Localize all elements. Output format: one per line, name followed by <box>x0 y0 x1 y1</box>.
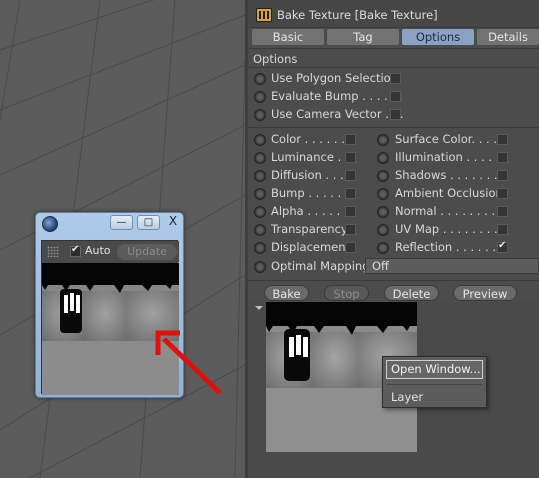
reflection-checkbox[interactable] <box>497 240 508 256</box>
context-menu: Open Window... Layer <box>382 356 487 408</box>
channel-checkbox[interactable] <box>345 170 356 184</box>
window-toolbar: Auto Update <box>42 241 179 262</box>
channel-label: Normal . . . . . . . . . <box>395 204 503 218</box>
channel-checkbox[interactable] <box>345 188 356 202</box>
divider <box>248 48 539 49</box>
animate-radio-icon[interactable] <box>377 242 389 254</box>
divider <box>248 67 539 68</box>
panel-title: Bake Texture [Bake Texture] <box>277 8 438 22</box>
option-checkbox[interactable] <box>390 109 401 123</box>
channel-label: Transparency <box>271 222 348 236</box>
bake-toolbar: Bake Stop Delete Preview <box>248 282 539 302</box>
animate-radio-icon[interactable] <box>377 206 389 218</box>
channel-checkbox[interactable] <box>497 134 508 148</box>
channel-label: Surface Color. . . . . <box>395 132 505 146</box>
animate-radio-icon[interactable] <box>377 224 389 236</box>
red-arrow-icon <box>155 330 222 395</box>
tab-basic[interactable]: Basic <box>252 29 324 45</box>
channel-label: Reflection . . . . . . . <box>395 240 504 254</box>
update-button[interactable]: Update <box>117 244 177 260</box>
animate-radio-icon[interactable] <box>254 224 266 236</box>
option-checkbox[interactable] <box>390 73 401 87</box>
panel-header: Bake Texture [Bake Texture] <box>248 0 539 28</box>
tab-bar: Basic Tag Options Details <box>252 29 539 45</box>
animate-radio-icon[interactable] <box>254 91 266 103</box>
animate-radio-icon[interactable] <box>254 206 266 218</box>
animate-radio-icon[interactable] <box>254 170 266 182</box>
channel-label: Color . . . . . . . <box>271 132 353 146</box>
channel-checkbox[interactable] <box>345 242 356 256</box>
channel-label: Displacement <box>271 240 351 254</box>
menu-item-open-window[interactable]: Open Window... <box>386 360 483 379</box>
channel-label: Illumination . . . . . . <box>395 150 507 164</box>
option-label: Evaluate Bump . . . . . . <box>271 89 403 103</box>
maximize-button[interactable]: □ <box>137 215 160 230</box>
channel-label: Diffusion . . . . <box>271 168 352 182</box>
channel-checkbox[interactable] <box>345 206 356 220</box>
animate-radio-icon[interactable] <box>377 152 389 164</box>
channel-checkbox[interactable] <box>497 188 508 202</box>
tab-details[interactable]: Details <box>477 29 539 45</box>
optimal-mapping-label: Optimal Mapping <box>271 259 370 273</box>
animate-radio-icon[interactable] <box>254 242 266 254</box>
close-button[interactable]: X <box>163 215 183 230</box>
channel-label: Ambient Occlusion <box>395 186 503 200</box>
channel-checkbox[interactable] <box>345 224 356 238</box>
preview-button[interactable]: Preview <box>453 285 517 301</box>
tab-options[interactable]: Options <box>402 29 474 45</box>
animate-radio-icon[interactable] <box>254 188 266 200</box>
section-title: Options <box>253 52 298 66</box>
grip-icon[interactable] <box>47 246 59 257</box>
bake-texture-tag-icon <box>256 8 272 22</box>
channel-checkbox[interactable] <box>345 134 356 148</box>
animate-radio-icon[interactable] <box>254 109 266 121</box>
option-checkbox[interactable] <box>390 91 401 105</box>
channel-checkbox[interactable] <box>345 152 356 166</box>
menu-item-layer[interactable]: Layer <box>391 390 423 404</box>
tab-tag[interactable]: Tag <box>327 29 399 45</box>
animate-radio-icon[interactable] <box>254 261 266 273</box>
option-label: Use Camera Vector . . . <box>271 107 404 121</box>
animate-radio-icon[interactable] <box>377 170 389 182</box>
animate-radio-icon[interactable] <box>377 188 389 200</box>
3d-viewport[interactable]: — □ X Auto Update <box>0 0 245 478</box>
channel-checkbox[interactable] <box>497 206 508 220</box>
bake-button[interactable]: Bake <box>264 285 309 301</box>
divider <box>248 280 539 281</box>
optimal-mapping-select[interactable]: Off <box>365 258 539 274</box>
minimize-button[interactable]: — <box>110 215 133 230</box>
animate-radio-icon[interactable] <box>254 152 266 164</box>
channel-label: UV Map . . . . . . . . <box>395 222 498 236</box>
auto-label: Auto <box>85 244 111 257</box>
animate-radio-icon[interactable] <box>377 134 389 146</box>
stop-button[interactable]: Stop <box>324 285 369 301</box>
option-label: Use Polygon Selection <box>271 71 398 85</box>
channel-label: Shadows . . . . . . . . <box>395 168 505 182</box>
divider <box>248 127 539 128</box>
animate-radio-icon[interactable] <box>254 134 266 146</box>
animate-radio-icon[interactable] <box>254 73 266 85</box>
menu-separator <box>387 384 482 385</box>
channel-label: Luminance . . . <box>271 150 356 164</box>
cinema4d-logo-icon <box>42 216 58 232</box>
triangle-icon[interactable] <box>255 306 263 310</box>
channel-label: Alpha . . . . . . . <box>271 204 355 218</box>
channel-label: Bump . . . . . . . <box>271 186 356 200</box>
channel-checkbox[interactable] <box>497 170 508 184</box>
channel-checkbox[interactable] <box>497 224 508 238</box>
channel-checkbox[interactable] <box>497 152 508 166</box>
delete-button[interactable]: Delete <box>384 285 439 301</box>
auto-checkbox[interactable] <box>70 244 81 257</box>
